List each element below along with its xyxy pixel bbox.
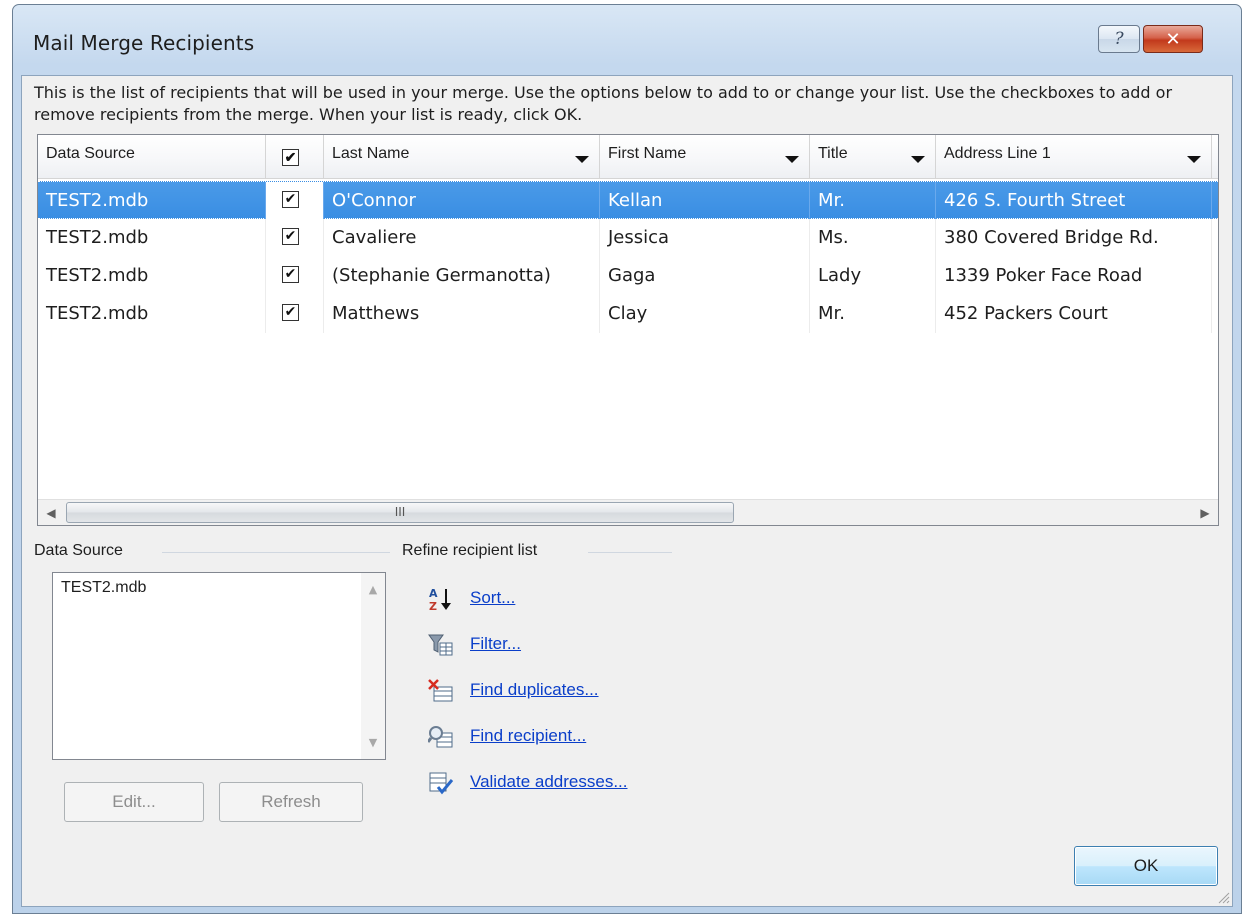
cell-title: Mr.	[810, 295, 936, 333]
dialog-title: Mail Merge Recipients	[33, 31, 255, 55]
recipients-grid: Data Source ✔ Last Name First Name Title	[37, 134, 1219, 526]
svg-text:Z: Z	[429, 600, 437, 612]
scroll-thumb[interactable]: III	[66, 502, 734, 523]
close-button[interactable]: ✕	[1143, 25, 1203, 53]
table-row[interactable]: TEST2.mdb ✔ Matthews Clay Mr. 452 Packer…	[38, 295, 1218, 333]
column-header-select-all[interactable]: ✔	[266, 135, 324, 179]
edit-button[interactable]: Edit...	[64, 782, 204, 822]
horizontal-scrollbar[interactable]: ◀ III ▶	[38, 499, 1218, 525]
cell-data-source: TEST2.mdb	[38, 257, 266, 295]
cell-data-source: TEST2.mdb	[38, 182, 266, 220]
column-header-title[interactable]: Title	[810, 135, 936, 179]
data-source-list[interactable]: TEST2.mdb ▲ ▼	[52, 572, 386, 760]
svg-text:A: A	[429, 587, 438, 600]
chevron-down-icon[interactable]	[575, 156, 589, 163]
chevron-down-icon[interactable]	[911, 156, 925, 163]
validate-addresses-link[interactable]: Validate addresses...	[470, 772, 628, 792]
column-header-first-name[interactable]: First Name	[600, 135, 810, 179]
refresh-button[interactable]: Refresh	[219, 782, 363, 822]
validate-addresses-icon	[429, 772, 454, 795]
column-header-label: Title	[818, 145, 848, 162]
table-row[interactable]: TEST2.mdb ✔ O'Connor Kellan Mr. 426 S. F…	[38, 181, 1218, 220]
cell-last-name: (Stephanie Germanotta)	[324, 257, 600, 295]
scroll-up-icon[interactable]: ▲	[361, 583, 385, 596]
row-checkbox[interactable]: ✔	[282, 191, 299, 208]
cell-first-name: Kellan	[600, 182, 810, 220]
column-header-data-source[interactable]: Data Source	[38, 135, 266, 179]
cell-address: 452 Packers Court	[936, 295, 1212, 333]
cell-title: Lady	[810, 257, 936, 295]
find-recipient-link[interactable]: Find recipient...	[470, 726, 586, 746]
cell-last-name: Cavaliere	[324, 219, 600, 257]
cell-checkbox: ✔	[266, 257, 324, 295]
column-header-next[interactable]	[1212, 135, 1218, 179]
cell-address: 426 S. Fourth Street	[936, 182, 1212, 220]
help-button[interactable]: ?	[1098, 25, 1140, 53]
chevron-down-icon[interactable]	[1187, 156, 1201, 163]
refine-group-label: Refine recipient list	[402, 542, 538, 559]
column-header-label: First Name	[608, 145, 687, 162]
grid-header: Data Source ✔ Last Name First Name Title	[38, 135, 1218, 179]
data-source-group-label: Data Source	[34, 542, 123, 559]
sort-link[interactable]: Sort...	[470, 588, 515, 608]
table-row[interactable]: TEST2.mdb ✔ (Stephanie Germanotta) Gaga …	[38, 257, 1218, 295]
list-item[interactable]: TEST2.mdb	[61, 579, 146, 597]
find-recipient-icon	[428, 726, 453, 748]
group-divider	[162, 552, 390, 553]
row-checkbox[interactable]: ✔	[282, 228, 299, 245]
dialog-body: This is the list of recipients that will…	[21, 75, 1233, 907]
cell-address: 380 Covered Bridge Rd.	[936, 219, 1212, 257]
intro-text: This is the list of recipients that will…	[34, 83, 1173, 124]
cell-data-source: TEST2.mdb	[38, 295, 266, 333]
title-bar[interactable]: Mail Merge Recipients ? ✕	[13, 5, 1241, 75]
select-all-checkbox[interactable]: ✔	[282, 149, 299, 166]
cell-data-source: TEST2.mdb	[38, 219, 266, 257]
cell-checkbox: ✔	[266, 182, 324, 220]
row-checkbox[interactable]: ✔	[282, 266, 299, 283]
cell-title: Ms.	[810, 219, 936, 257]
column-header-label: Address Line 1	[944, 145, 1051, 162]
vertical-scrollbar[interactable]: ▲ ▼	[361, 573, 385, 759]
cell-first-name: Gaga	[600, 257, 810, 295]
cell-last-name: O'Connor	[324, 182, 600, 220]
cell-checkbox: ✔	[266, 219, 324, 257]
cell-first-name: Clay	[600, 295, 810, 333]
group-divider	[588, 552, 672, 553]
column-header-address-line-1[interactable]: Address Line 1	[936, 135, 1212, 179]
cell-checkbox: ✔	[266, 295, 324, 333]
filter-link[interactable]: Filter...	[470, 634, 521, 654]
filter-icon	[428, 634, 453, 656]
scroll-right-icon[interactable]: ▶	[1192, 500, 1218, 525]
scroll-down-icon[interactable]: ▼	[361, 736, 385, 749]
find-duplicates-icon	[428, 679, 453, 702]
column-header-label: Last Name	[332, 145, 410, 162]
cell-title: Mr.	[810, 182, 936, 220]
mail-merge-dialog: Mail Merge Recipients ? ✕ This is the li…	[12, 4, 1242, 914]
chevron-down-icon[interactable]	[785, 156, 799, 163]
column-header-last-name[interactable]: Last Name	[324, 135, 600, 179]
cell-last-name: Matthews	[324, 295, 600, 333]
scroll-left-icon[interactable]: ◀	[38, 500, 64, 525]
table-row[interactable]: TEST2.mdb ✔ Cavaliere Jessica Ms. 380 Co…	[38, 219, 1218, 257]
cell-first-name: Jessica	[600, 219, 810, 257]
row-checkbox[interactable]: ✔	[282, 304, 299, 321]
ok-button[interactable]: OK	[1074, 846, 1218, 886]
cell-address: 1339 Poker Face Road	[936, 257, 1212, 295]
sort-az-icon: A Z	[429, 587, 451, 612]
column-header-label: Data Source	[46, 145, 135, 162]
find-duplicates-link[interactable]: Find duplicates...	[470, 680, 599, 700]
resize-grip-icon[interactable]	[1214, 888, 1230, 904]
